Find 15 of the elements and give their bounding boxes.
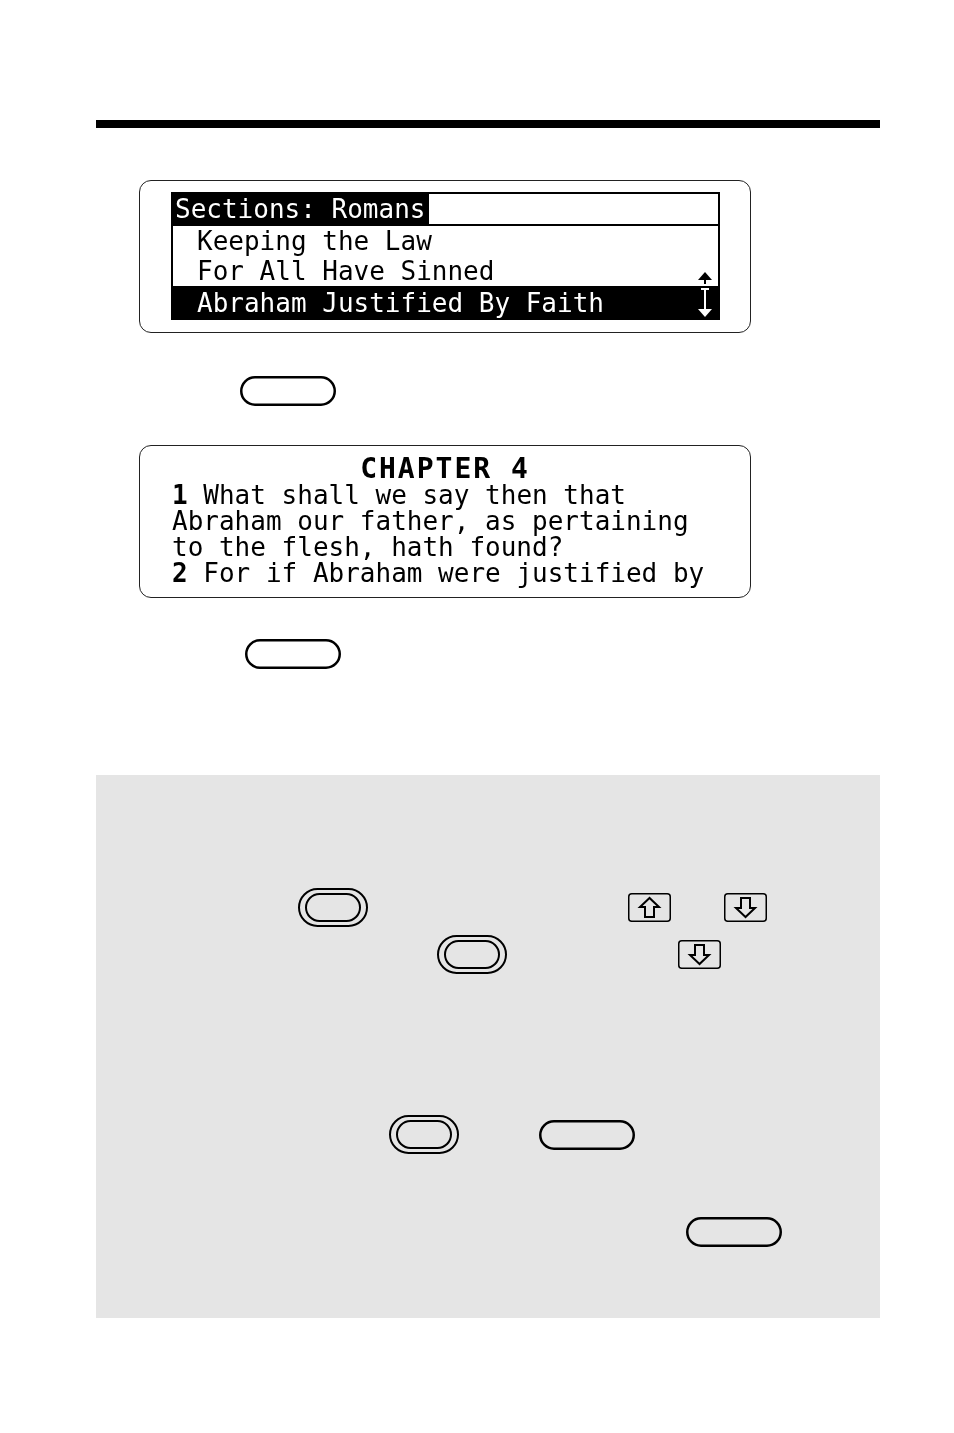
- chapter-heading: CHAPTER 4: [360, 456, 530, 482]
- blank-key-icon: [686, 1217, 782, 1247]
- verse-text-line: 2 For if Abraham were justified by: [172, 560, 705, 586]
- blank-key-icon: [539, 1119, 635, 1150]
- round-key-icon: [298, 888, 368, 927]
- round-key-icon: [437, 935, 507, 974]
- up-arrow-key-icon: [628, 893, 671, 922]
- menu-item[interactable]: Abraham Justified By Faith: [173, 286, 718, 320]
- screen-title: Sections: Romans: [173, 194, 430, 224]
- down-arrow-key-icon: [724, 893, 767, 922]
- round-key-icon: [389, 1115, 459, 1154]
- down-arrow-key-icon: [678, 940, 721, 969]
- blank-key-icon: [245, 639, 341, 669]
- blank-key-icon: [240, 376, 336, 406]
- verse-text-line: 1 What shall we say then that: [172, 482, 626, 508]
